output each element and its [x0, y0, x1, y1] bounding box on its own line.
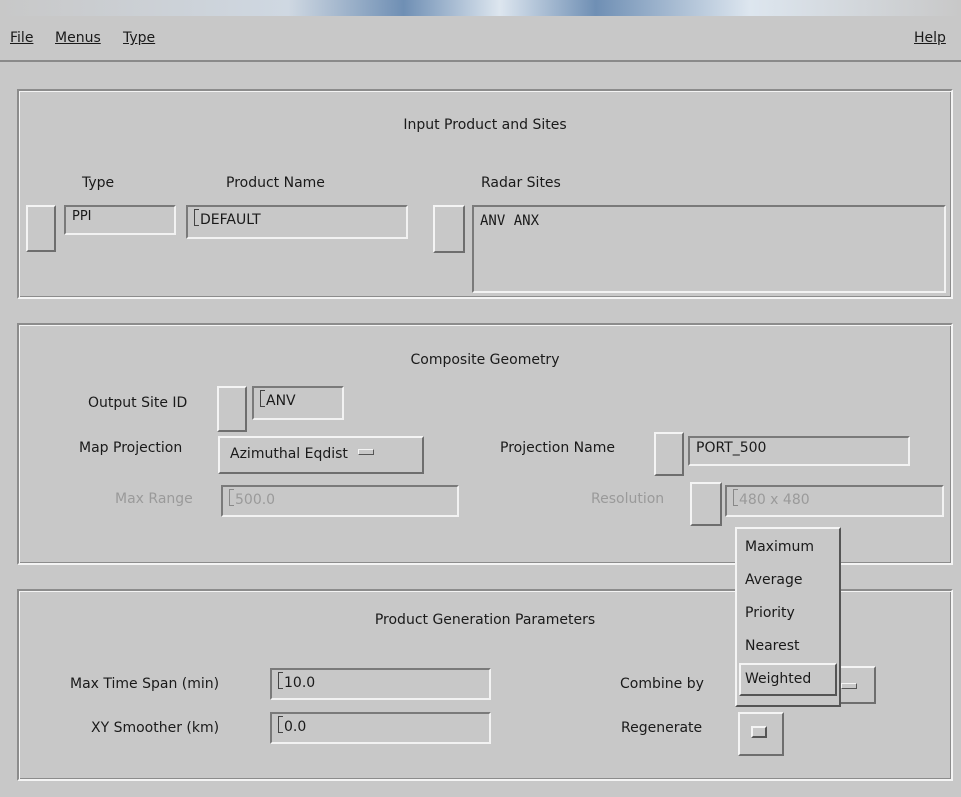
type-select-button[interactable] [26, 205, 56, 252]
output-site-select-button[interactable] [217, 386, 247, 432]
combine-option-nearest[interactable]: Nearest [739, 630, 837, 663]
window-title-strip [0, 0, 961, 16]
max-time-span-label: Max Time Span (min) [70, 676, 220, 692]
option-menu-indicator-icon [357, 449, 374, 455]
regenerate-toggle[interactable] [738, 712, 784, 756]
max-time-span-input[interactable]: 10.0 [270, 668, 491, 700]
xy-smoother-input[interactable]: 0.0 [270, 712, 491, 744]
combine-option-priority[interactable]: Priority [739, 597, 837, 630]
max-range-input[interactable]: 500.0 [221, 485, 459, 517]
combine-option-weighted[interactable]: Weighted [739, 663, 837, 696]
menu-file[interactable]: File [10, 30, 33, 46]
regenerate-label: Regenerate [621, 720, 703, 736]
menu-bar: File Menus Type Help [0, 16, 961, 62]
resolution-input[interactable]: 480 x 480 [725, 485, 944, 517]
type-label: Type [82, 175, 115, 191]
combine-by-label: Combine by [620, 676, 704, 692]
menu-help[interactable]: Help [914, 30, 946, 46]
radar-sites-input[interactable]: ANV ANX [472, 205, 946, 293]
max-range-label: Max Range [115, 491, 193, 507]
text-cursor-icon [260, 390, 265, 407]
text-cursor-icon [229, 489, 234, 506]
projection-name-label: Projection Name [500, 440, 615, 456]
radar-sites-select-button[interactable] [433, 205, 465, 253]
output-site-label: Output Site ID [88, 395, 188, 411]
radar-sites-label: Radar Sites [481, 175, 561, 191]
map-projection-dropdown[interactable]: Azimuthal Eqdist [218, 436, 424, 474]
combine-option-maximum[interactable]: Maximum [739, 531, 837, 564]
product-name-label: Product Name [226, 175, 325, 191]
option-menu-indicator-icon [841, 683, 857, 689]
text-cursor-icon [278, 672, 283, 689]
menu-menus[interactable]: Menus [55, 30, 101, 46]
xy-smoother-label: XY Smoother (km) [91, 720, 220, 736]
resolution-label: Resolution [591, 491, 665, 507]
projection-name-input[interactable]: PORT_500 [688, 436, 910, 466]
combine-option-average[interactable]: Average [739, 564, 837, 597]
product-name-input[interactable]: DEFAULT [186, 205, 408, 239]
combine-by-popup-menu: Maximum Average Priority Nearest Weighte… [735, 527, 841, 707]
section-title-input: Input Product and Sites [403, 117, 567, 133]
text-cursor-icon [194, 209, 199, 226]
checkbox-indicator-icon [751, 726, 767, 738]
section-title-geometry: Composite Geometry [410, 352, 560, 368]
text-cursor-icon [278, 716, 283, 733]
menu-type[interactable]: Type [123, 30, 155, 46]
resolution-select-button[interactable] [690, 482, 722, 526]
type-field: PPI [64, 205, 176, 235]
output-site-input[interactable]: ANV [252, 386, 344, 420]
projection-name-select-button[interactable] [654, 432, 684, 476]
text-cursor-icon [733, 489, 738, 506]
map-projection-label: Map Projection [79, 440, 183, 456]
